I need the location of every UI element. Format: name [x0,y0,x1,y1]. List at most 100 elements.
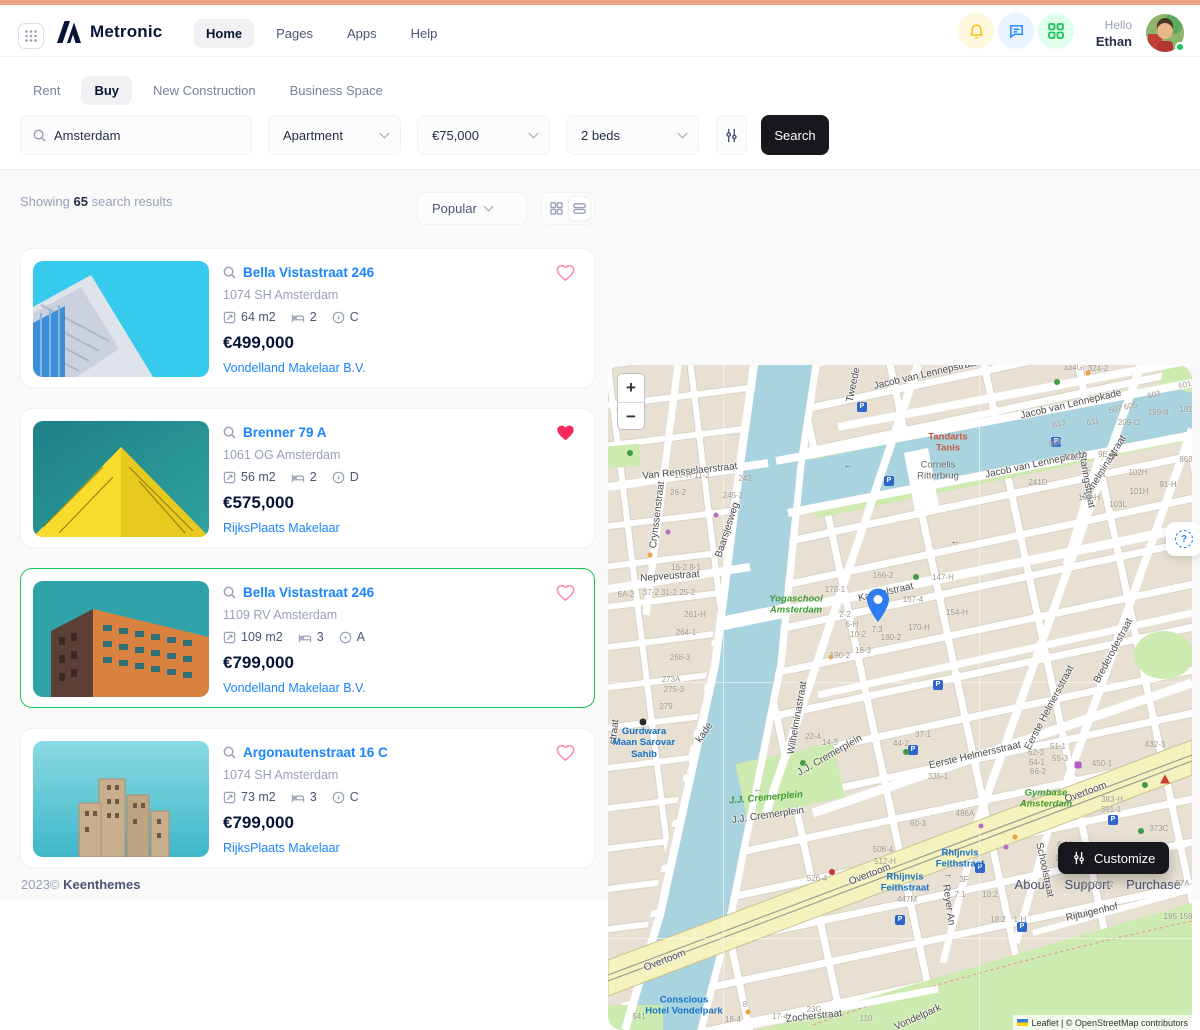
search-icon [33,129,46,142]
attribution-text: Leaflet | © OpenStreetMap contributors [1031,1018,1188,1028]
tab-new-construction[interactable]: New Construction [140,76,269,105]
listing-price: €575,000 [223,493,294,513]
header: Metronic Home Pages Apps Help Hello Etha… [0,5,1200,57]
logo[interactable]: Metronic [56,21,162,43]
listing-title[interactable]: Bella Vistastraat 246 [223,585,374,600]
listing-card[interactable]: Argonautenstraat 16 C1074 SH Amsterdam73… [20,728,595,868]
price-select[interactable]: €75,000 [417,115,550,155]
footer-link-about[interactable]: About [1015,877,1049,892]
search-icon [223,426,236,439]
listing-agent-link[interactable]: Vondelland Makelaar B.V. [223,361,366,375]
search-section: Rent Buy New Construction Business Space… [0,58,1200,170]
list-view-button[interactable] [568,196,591,221]
energy-label-icon [332,471,345,484]
listing-title[interactable]: Bella Vistastraat 246 [223,265,374,280]
favorite-icon [555,583,576,602]
chevron-down-icon [483,202,493,212]
listing-price: €799,000 [223,813,294,833]
favorite-icon [555,263,576,282]
energy-meta: C [332,310,359,324]
tab-buy[interactable]: Buy [81,76,132,105]
listing-agent-link[interactable]: RijksPlaats Makelaar [223,841,340,855]
beds-meta: 3 [291,790,317,804]
listing-card[interactable]: Bella Vistastraat 246 1074 SH Amsterdam 64… [20,248,595,388]
location-search-input[interactable]: Amsterdam [20,115,252,155]
listing-type-tabs: Rent Buy New Construction Business Space [20,76,396,105]
property-type-value: Apartment [283,128,373,143]
map-zoom-control: + − [617,373,645,430]
sort-value: Popular [418,201,477,216]
beds-select[interactable]: 2 beds [566,115,699,155]
notifications-button[interactable] [958,13,994,49]
map-base [608,365,1192,1030]
listing-title[interactable]: Argonautenstraat 16 C [223,745,388,760]
nav-help[interactable]: Help [399,19,450,48]
grid-dots-icon [24,29,38,43]
favorite-button[interactable] [555,423,576,447]
favorite-icon-filled [555,423,576,442]
location-value: Amsterdam [54,128,239,143]
listing-address: 1074 SH Amsterdam [223,288,338,302]
beds-meta: 3 [298,630,324,644]
favorite-button[interactable] [555,583,576,607]
listing-agent-link[interactable]: RijksPlaats Makelaar [223,521,340,535]
sort-select[interactable]: Popular [417,192,527,225]
listing-meta: 109 m23A [223,630,365,644]
tab-rent[interactable]: Rent [20,76,73,105]
chat-bubble-icon [1008,23,1025,40]
favorite-button[interactable] [555,743,576,767]
chat-button[interactable] [998,13,1034,49]
listing-card[interactable]: Brenner 79 A1061 OG Amsterdam56 m22D€575… [20,408,595,548]
advanced-filters-button[interactable] [716,115,747,155]
help-floating-button[interactable]: ? [1166,522,1200,556]
park-small-w [608,444,641,469]
map-pin[interactable] [863,587,893,623]
listing-photo [33,261,209,377]
nav-pages[interactable]: Pages [264,19,325,48]
nav-home[interactable]: Home [194,19,254,48]
logo-text: Metronic [90,22,162,42]
listing-agent-link[interactable]: Vondelland Makelaar B.V. [223,681,366,695]
apps-button[interactable] [1038,13,1074,49]
search-button[interactable]: Search [761,115,829,155]
footer-links: About Support Purchase [1015,877,1181,892]
view-toggle [541,192,595,225]
listing-title[interactable]: Brenner 79 A [223,425,327,440]
sliders-icon [724,128,739,143]
apps-grid-button[interactable] [18,23,44,49]
search-icon [223,266,236,279]
property-type-select[interactable]: Apartment [268,115,401,155]
metronic-logo-icon [56,21,82,43]
area-meta: 64 m2 [223,310,276,324]
zoom-out-button[interactable]: − [618,403,644,431]
map-attribution: Leaflet | © OpenStreetMap contributors [1013,1015,1192,1030]
grid-view-button[interactable] [545,196,568,221]
nav-apps[interactable]: Apps [335,19,389,48]
energy-label-icon [339,631,352,644]
content-area: Showing 65 search results Popular Bella … [0,170,1200,900]
listing-meta: 73 m23C [223,790,359,804]
chevron-down-icon [529,128,539,138]
listing-card[interactable]: Bella Vistastraat 2461109 RV Amsterdam10… [20,568,595,708]
favorite-button[interactable] [555,263,576,287]
footer-link-support[interactable]: Support [1065,877,1111,892]
listing-photo [33,741,209,857]
listing-meta: 56 m22D [223,470,359,484]
customize-button[interactable]: Customize [1058,842,1169,874]
brand-link[interactable]: Keenthemes [63,877,140,892]
area-meta: 56 m2 [223,470,276,484]
copyright: 2023© Keenthemes [21,877,140,892]
footer-link-purchase[interactable]: Purchase [1126,877,1181,892]
bell-icon [968,23,985,40]
tab-business-space[interactable]: Business Space [277,76,396,105]
online-status-dot [1175,42,1185,52]
energy-meta: C [332,790,359,804]
price-value: €75,000 [432,128,522,143]
energy-meta: D [332,470,359,484]
results-summary: Showing 65 search results [20,194,173,209]
map[interactable]: + − Leaflet | © OpenStreetMap contributo… [608,365,1192,1030]
listing-price: €499,000 [223,333,294,353]
search-icon [223,586,236,599]
results-count: 65 [74,194,88,209]
zoom-in-button[interactable]: + [618,374,644,402]
